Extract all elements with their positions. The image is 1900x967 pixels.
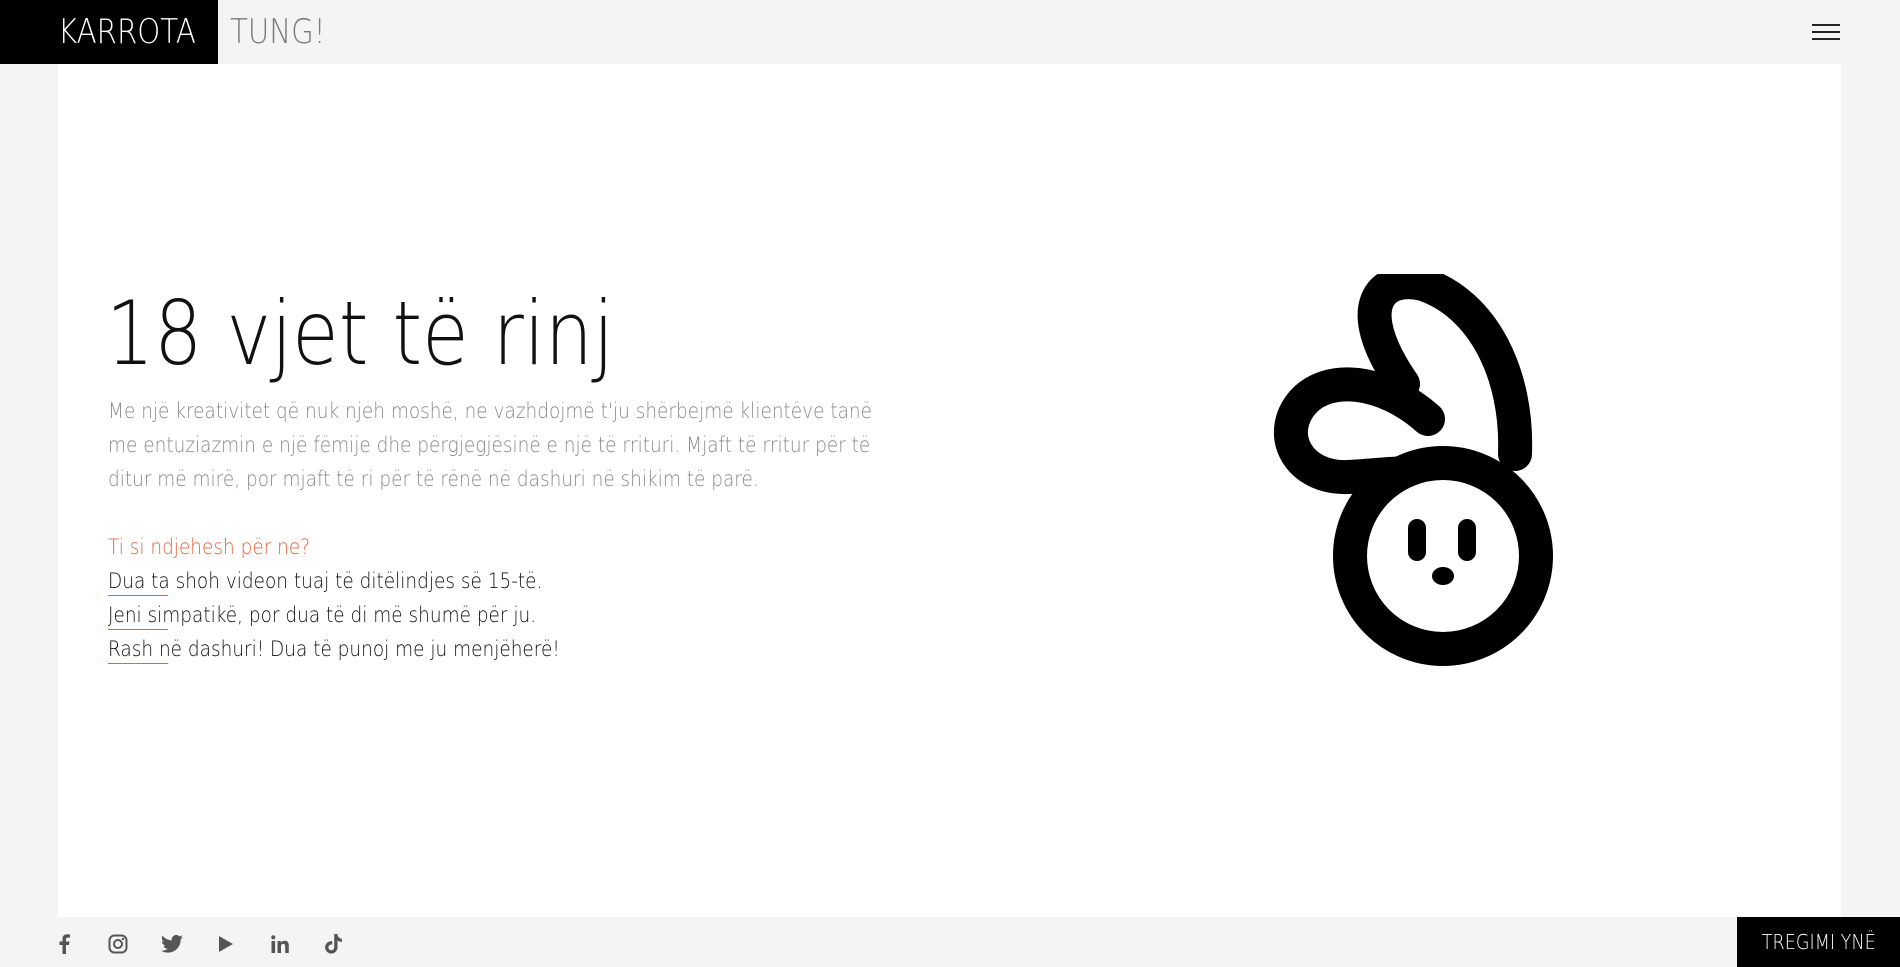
intro-line: ditur më mirë, por mjaft të ri për të rë… <box>108 467 759 491</box>
main-panel: 18 vjet të rinj Me një kreativitet që nu… <box>58 64 1841 917</box>
logo-text: KARROTA <box>58 12 196 52</box>
rabbit-logo-icon <box>1274 274 1553 666</box>
tiktok-icon[interactable] <box>322 932 346 956</box>
answer-option-more-info[interactable]: Jeni simpatikë, por dua të di më shumë p… <box>108 598 621 632</box>
logo-tagline-text: TUNG! <box>230 12 326 52</box>
twitter-icon[interactable] <box>160 932 184 956</box>
social-links <box>52 932 346 956</box>
intro-paragraph: Me një kreativitet që nuk njeh moshë, ne… <box>108 394 968 496</box>
youtube-icon[interactable] <box>214 932 238 956</box>
logo-tagline: TUNG! <box>230 0 341 64</box>
answer-option-video[interactable]: Dua ta shoh videon tuaj të ditëlindjes s… <box>108 564 621 598</box>
our-story-button[interactable]: TREGIMI YNË <box>1737 917 1900 967</box>
hamburger-menu-icon[interactable] <box>1812 22 1840 42</box>
instagram-icon[interactable] <box>106 932 130 956</box>
answer-option-work-now[interactable]: Rash në dashuri! Dua të punoj me ju menj… <box>108 632 621 666</box>
logo[interactable]: KARROTA <box>0 0 218 64</box>
facebook-icon[interactable] <box>52 932 76 956</box>
linkedin-icon[interactable] <box>268 932 292 956</box>
intro-line: Me një kreativitet që nuk njeh moshë, ne… <box>108 399 872 423</box>
intro-line: me entuziazmin e një fëmije dhe përgjegj… <box>108 433 871 457</box>
question-label: Ti si ndjehesh për ne? <box>108 535 311 559</box>
answer-list: Dua ta shoh videon tuaj të ditëlindjes s… <box>108 564 621 666</box>
page-title: 18 vjet të rinj <box>106 282 614 385</box>
